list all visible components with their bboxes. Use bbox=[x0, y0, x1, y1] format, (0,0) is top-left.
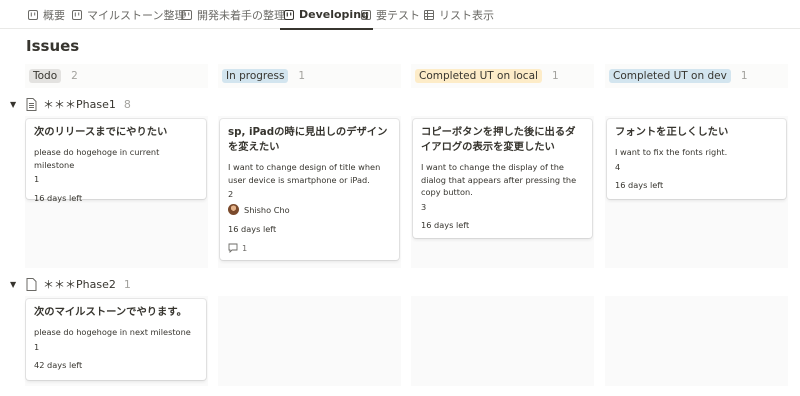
card-due: 16 days left bbox=[615, 180, 664, 190]
board-icon bbox=[361, 9, 371, 20]
tab-label: 要テスト bbox=[376, 8, 420, 22]
column-header-completed-ut-local[interactable]: Completed UT on local 1 bbox=[411, 64, 594, 88]
tab-label: 概要 bbox=[43, 8, 65, 22]
column-count: 2 bbox=[71, 70, 78, 82]
issue-card[interactable]: 次のリリースまでにやりたい please do hogehoge in curr… bbox=[26, 119, 206, 203]
column-count: 1 bbox=[551, 70, 559, 82]
card-due: 42 days left bbox=[34, 360, 83, 370]
issue-card[interactable]: コピーボタンを押した後に出るダイアログの表示を変更したい I want to c… bbox=[413, 119, 592, 238]
status-pill: Completed UT on local bbox=[415, 69, 542, 83]
tab-milestones[interactable]: マイルストーン整理 bbox=[72, 0, 185, 29]
column-header-todo[interactable]: Todo 2 bbox=[25, 64, 208, 88]
collapse-triangle-icon[interactable]: ▼ bbox=[10, 280, 20, 289]
group-title: ＊＊＊Phase1 bbox=[43, 98, 116, 111]
card-description: please do hogehoge in next milestone bbox=[34, 327, 191, 337]
issue-card[interactable]: フォントを正しくしたい I want to fix the fonts righ… bbox=[607, 119, 786, 199]
issue-card[interactable]: 次のマイルストーンでやります。 please do hogehoge in ne… bbox=[26, 299, 206, 380]
lane bbox=[411, 296, 594, 386]
tab-not-started[interactable]: 開発未着手の整理 bbox=[182, 0, 285, 29]
card-comments[interactable]: 1 bbox=[228, 243, 391, 253]
group-header-phase2[interactable]: ▼ ＊＊＊Phase2 1 bbox=[10, 274, 131, 294]
tab-overview[interactable]: 概要 bbox=[28, 0, 65, 29]
card-assignee[interactable]: Shisho Cho bbox=[228, 204, 391, 216]
card-number: 1 bbox=[34, 174, 40, 184]
status-pill: Completed UT on dev bbox=[609, 69, 731, 83]
card-description: I want to change design of title when us… bbox=[228, 162, 381, 185]
card-description: please do hogehoge in current milestone bbox=[34, 147, 160, 170]
board-icon bbox=[72, 9, 82, 20]
group-header-phase1[interactable]: ▼ ＊＊＊Phase1 8 bbox=[10, 94, 131, 114]
card-number: 1 bbox=[34, 341, 40, 352]
issue-card[interactable]: sp, iPadの時に見出しのデザインを変えたい I want to chang… bbox=[220, 119, 399, 260]
card-due: 16 days left bbox=[34, 192, 83, 203]
tab-label: Developing bbox=[299, 8, 369, 21]
document-icon bbox=[26, 97, 37, 111]
group-count: 1 bbox=[123, 277, 131, 291]
collapse-triangle-icon[interactable]: ▼ bbox=[10, 100, 20, 109]
lane bbox=[605, 296, 788, 386]
column-count: 1 bbox=[740, 70, 748, 82]
column-header-in-progress[interactable]: In progress 1 bbox=[218, 64, 401, 88]
tab-list-view[interactable]: リスト表示 bbox=[424, 0, 494, 29]
column-count: 1 bbox=[298, 70, 306, 82]
document-icon bbox=[26, 277, 37, 291]
column-header-completed-ut-dev[interactable]: Completed UT on dev 1 bbox=[605, 64, 788, 88]
card-title: フォントを正しくしたい bbox=[615, 126, 729, 138]
card-number: 3 bbox=[421, 201, 427, 212]
group-count: 8 bbox=[123, 97, 131, 111]
lane bbox=[218, 296, 401, 386]
card-number: 4 bbox=[615, 161, 621, 172]
tab-label: マイルストーン整理 bbox=[87, 8, 186, 22]
assignee-name: Shisho Cho bbox=[244, 204, 290, 215]
card-description: I want to change the display of the dial… bbox=[421, 162, 577, 197]
card-description: I want to fix the fonts right. bbox=[615, 147, 728, 157]
card-title: 次のマイルストーンでやります。 bbox=[34, 306, 187, 318]
board-icon bbox=[182, 9, 192, 20]
board-icon bbox=[28, 9, 38, 20]
status-pill: Todo bbox=[29, 69, 62, 83]
status-pill: In progress bbox=[222, 69, 289, 83]
group-title: ＊＊＊Phase2 bbox=[43, 278, 116, 291]
card-due: 16 days left bbox=[228, 223, 277, 234]
card-title: sp, iPadの時に見出しのデザインを変えたい bbox=[228, 126, 388, 153]
comment-count: 1 bbox=[242, 242, 248, 253]
tab-needs-test[interactable]: 要テスト bbox=[361, 0, 420, 29]
card-title: コピーボタンを押した後に出るダイアログの表示を変更したい bbox=[421, 126, 576, 153]
page-title: Issues bbox=[26, 37, 80, 55]
board-icon bbox=[284, 9, 294, 20]
tab-developing[interactable]: Developing bbox=[280, 0, 373, 30]
tab-label: リスト表示 bbox=[439, 8, 494, 22]
card-number: 2 bbox=[228, 189, 234, 199]
table-icon bbox=[424, 9, 434, 20]
view-tabs: 概要 マイルストーン整理 開発未着手の整理 Developing 要テスト リス… bbox=[0, 0, 800, 30]
card-title: 次のリリースまでにやりたい bbox=[34, 126, 168, 138]
card-due: 16 days left bbox=[421, 220, 470, 230]
tab-label: 開発未着手の整理 bbox=[197, 8, 285, 22]
avatar bbox=[228, 204, 239, 215]
comment-icon bbox=[228, 243, 238, 253]
